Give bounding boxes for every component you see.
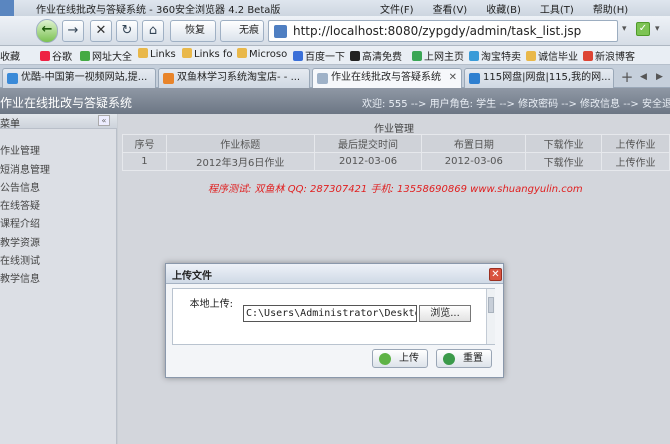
page-icon [317, 73, 328, 84]
bookmark-item[interactable]: 诚信毕业 [526, 48, 578, 63]
sidebar-item-messages[interactable]: 短消息管理 [0, 161, 50, 176]
sidebar-item-notices[interactable]: 公告信息 [0, 179, 40, 194]
close-icon[interactable]: ✕ [489, 268, 502, 281]
bookmarks-label[interactable]: 收藏 [0, 48, 20, 63]
file-label: 本地上传: [189, 299, 233, 310]
sidebar-item-info[interactable]: 教学信息 [0, 270, 40, 285]
tab-115[interactable]: 115网盘|网盘|115,我的网... [464, 68, 614, 88]
column-header: 作业标题 [165, 134, 315, 153]
column-header: 上传作业 [601, 134, 670, 153]
content-title: 作业管理 [374, 124, 414, 135]
tab-scroll-left-icon[interactable]: ◀ [640, 69, 654, 85]
close-tab-icon[interactable]: ✕ [449, 69, 457, 87]
private-mode-button[interactable]: 无痕 [220, 20, 264, 42]
forward-button[interactable]: → [62, 20, 84, 42]
upload-homework-link[interactable]: 上传作业 [601, 152, 670, 171]
bookmark-item[interactable]: Links [138, 48, 176, 60]
bookmark-item[interactable]: 上网主页 [412, 48, 464, 63]
bookmark-item[interactable]: 淘宝特卖 [469, 48, 521, 63]
upload-button[interactable]: 上传 [372, 349, 428, 368]
address-text: http://localhost:8080/zypgdy/admin/task_… [293, 24, 582, 38]
sidebar-item-courses[interactable]: 课程介绍 [0, 215, 40, 230]
sidebar-item-resources[interactable]: 教学资源 [0, 234, 40, 249]
menu-help[interactable]: 帮助(H) [593, 1, 628, 16]
file-path-input[interactable]: C:\Users\Administrator\Desktop\我 [243, 305, 417, 322]
bookmark-item[interactable]: Links fo [182, 48, 233, 60]
tab-scroll-right-icon[interactable]: ▶ [656, 69, 670, 85]
menu-favorites[interactable]: 收藏(B) [486, 1, 521, 16]
site-title: 作业在线批改与答疑系统 [0, 96, 133, 110]
menu-view[interactable]: 查看(V) [433, 1, 468, 16]
column-header: 最后提交时间 [313, 134, 423, 153]
homework-title: 2012年3月6日作业 [165, 152, 315, 171]
address-bar[interactable]: http://localhost:8080/zypgdy/admin/task_… [268, 20, 618, 42]
deadline-cell: 2012-03-06 [313, 152, 423, 171]
dialog-scrollbar[interactable] [486, 289, 495, 344]
bookmarks-bar: 收藏 谷歌 网址大全 Links Links fo Microso 百度一下 高… [0, 46, 670, 65]
menu-bar: 文件(F) 查看(V) 收藏(B) 工具(T) 帮助(H) [380, 1, 647, 16]
115-icon [469, 73, 480, 84]
stop-button[interactable]: ✕ [90, 20, 112, 42]
page-icon [274, 25, 287, 38]
page-header: 作业在线批改与答疑系统 欢迎: 555 --> 用户角色: 学生 --> 修改密… [0, 88, 670, 114]
sidebar-item-qa[interactable]: 在线答疑 [0, 197, 40, 212]
bookmark-item[interactable]: 网址大全 [80, 48, 132, 63]
column-header: 下载作业 [525, 134, 603, 153]
bookmark-item[interactable]: 谷歌 [40, 48, 72, 63]
address-dropdown-icon[interactable]: ▾ [622, 24, 627, 34]
restore-button[interactable]: 恢复 [170, 20, 216, 42]
browse-button[interactable]: 浏览... [419, 305, 471, 322]
tab-shop[interactable]: 双鱼林学习系统淘宝店- - ... [158, 68, 310, 88]
go-button[interactable]: ✓ [636, 22, 650, 36]
navigation-bar: ← → ✕ ↻ ⌂ 恢复 无痕 http://localhost:8080/zy… [0, 16, 670, 46]
youku-icon [7, 73, 18, 84]
dialog-body: 本地上传: C:\Users\Administrator\Desktop\我 浏… [172, 288, 495, 345]
browser-logo-icon [0, 0, 14, 16]
bookmark-item[interactable]: Microso [237, 48, 287, 60]
scrollbar-thumb[interactable] [488, 297, 494, 313]
window-title: 作业在线批改与答疑系统 - 360安全浏览器 4.2 Beta版 [36, 5, 281, 16]
promo-text: 程序测试: 双鱼林 QQ: 287307421 手机: 13558690869 … [208, 184, 583, 195]
sidebar: 菜单 « 作业管理 短消息管理 公告信息 在线答疑 课程介绍 教学资源 在线测试… [0, 114, 117, 444]
column-header: 序号 [122, 134, 167, 153]
collapse-sidebar-icon[interactable]: « [98, 115, 110, 126]
menu-tools[interactable]: 工具(T) [540, 1, 574, 16]
refresh-button[interactable]: ↻ [116, 20, 138, 42]
bookmark-item[interactable]: 新浪博客 [583, 48, 635, 63]
sidebar-header: 菜单 « [0, 114, 117, 130]
sidebar-item-homework[interactable]: 作业管理 [0, 142, 40, 157]
tab-bar: 优酷-中国第一视频网站,提... 双鱼林学习系统淘宝店- - ... 作业在线批… [0, 65, 670, 88]
menu-file[interactable]: 文件(F) [380, 1, 414, 16]
sidebar-title: 菜单 [0, 119, 20, 130]
bookmark-item[interactable]: 高清免费 [350, 48, 402, 63]
back-button[interactable]: ← [36, 19, 58, 43]
column-header: 布置日期 [421, 134, 527, 153]
reset-button[interactable]: 重置 [436, 349, 492, 368]
tab-active-homework[interactable]: 作业在线批改与答疑系统 ✕ [312, 68, 462, 88]
bookmark-item[interactable]: 百度一下 [293, 48, 345, 63]
homework-table: 序号 作业标题 最后提交时间 布置日期 下载作业 上传作业 1 2012年3月6… [122, 134, 670, 171]
title-bar: 作业在线批改与答疑系统 - 360安全浏览器 4.2 Beta版 文件(F) 查看… [0, 0, 670, 16]
home-button[interactable]: ⌂ [142, 20, 164, 42]
table-row: 1 2012年3月6日作业 2012-03-06 2012-03-06 下载作业… [122, 152, 670, 171]
taobao-icon [163, 73, 174, 84]
go-dropdown-icon[interactable]: ▾ [655, 24, 660, 34]
row-number: 1 [122, 152, 167, 171]
dialog-title: 上传文件 [172, 271, 212, 282]
check-icon [379, 353, 391, 365]
assigned-date-cell: 2012-03-06 [421, 152, 527, 171]
user-bar[interactable]: 欢迎: 555 --> 用户角色: 学生 --> 修改密码 --> 修改信息 -… [362, 95, 670, 110]
new-tab-button[interactable]: + [618, 69, 636, 87]
tab-youku[interactable]: 优酷-中国第一视频网站,提... [2, 68, 156, 88]
dialog-header: 上传文件 ✕ [166, 264, 503, 284]
upload-dialog: 上传文件 ✕ 本地上传: C:\Users\Administrator\Desk… [165, 263, 504, 378]
download-homework-link[interactable]: 下载作业 [525, 152, 603, 171]
sidebar-item-test[interactable]: 在线测试 [0, 252, 40, 267]
table-header-row: 序号 作业标题 最后提交时间 布置日期 下载作业 上传作业 [122, 134, 670, 153]
reset-icon [443, 353, 455, 365]
